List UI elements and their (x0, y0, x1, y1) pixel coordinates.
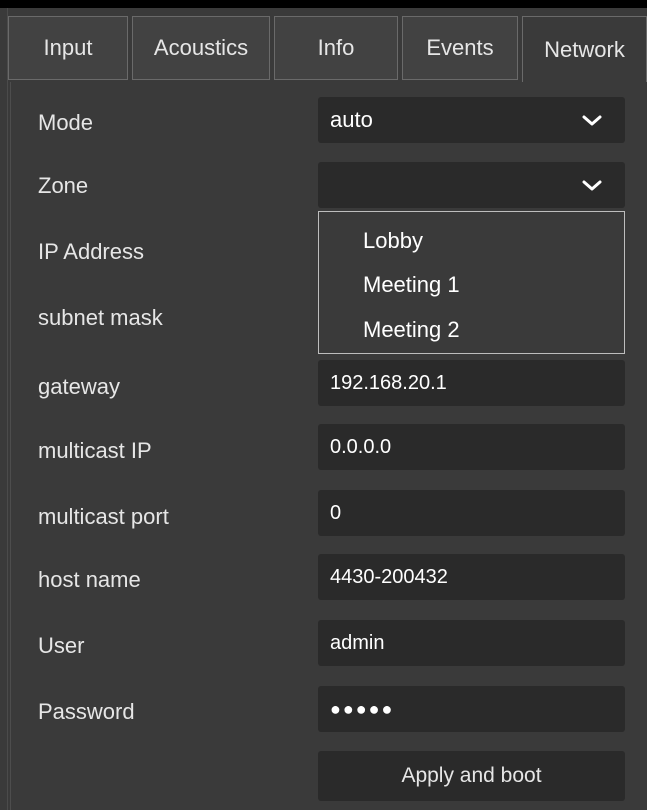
mode-select[interactable]: auto (318, 97, 625, 143)
user-value: admin (330, 631, 385, 654)
tab-acoustics-label: Acoustics (153, 35, 249, 60)
chevron-down-icon (582, 180, 602, 191)
zone-select[interactable] (318, 162, 625, 208)
multicast-ip-label: multicast IP (38, 438, 152, 463)
host-name-label: host name (38, 567, 141, 592)
tab-acoustics[interactable]: Acoustics (132, 16, 270, 80)
gateway-field[interactable]: 192.168.20.1 (318, 360, 625, 406)
host-name-field[interactable]: 4430-200432 (318, 554, 625, 600)
top-border (0, 0, 647, 8)
tab-events[interactable]: Events (402, 16, 518, 80)
host-name-value: 4430-200432 (330, 565, 448, 588)
chevron-down-icon (582, 115, 602, 126)
apply-and-boot-button[interactable]: Apply and boot (318, 751, 625, 801)
password-value: ●●●●● (330, 698, 395, 719)
multicast-port-value: 0 (330, 501, 342, 524)
zone-label: Zone (38, 173, 89, 198)
password-label: Password (38, 699, 135, 724)
tab-input-label: Input (43, 35, 93, 60)
tab-input[interactable]: Input (8, 16, 128, 80)
mode-select-value: auto (330, 107, 373, 132)
apply-and-boot-label: Apply and boot (401, 764, 542, 787)
user-label: User (38, 633, 85, 658)
zone-option-lobby[interactable]: Lobby (363, 228, 423, 254)
zone-option-meeting-1[interactable]: Meeting 1 (363, 272, 460, 298)
subnet-mask-label: subnet mask (38, 305, 163, 330)
tab-bar: Input Acoustics Info Events Network (8, 16, 647, 82)
tab-info[interactable]: Info (274, 16, 398, 80)
tab-events-label: Events (426, 35, 494, 60)
panel-left-edge (0, 8, 8, 810)
multicast-port-label: multicast port (38, 504, 169, 529)
ip-address-label: IP Address (38, 239, 144, 264)
multicast-ip-value: 0.0.0.0 (330, 435, 392, 458)
password-field[interactable]: ●●●●● (318, 686, 625, 732)
gateway-value: 192.168.20.1 (330, 371, 447, 394)
multicast-ip-field[interactable]: 0.0.0.0 (318, 424, 625, 470)
zone-dropdown-list: Lobby Meeting 1 Meeting 2 (318, 211, 625, 354)
user-field[interactable]: admin (318, 620, 625, 666)
tab-network[interactable]: Network (522, 16, 647, 82)
zone-option-meeting-2[interactable]: Meeting 2 (363, 317, 460, 343)
gateway-label: gateway (38, 374, 120, 399)
mode-label: Mode (38, 110, 94, 135)
tab-info-label: Info (317, 35, 355, 60)
multicast-port-field[interactable]: 0 (318, 490, 625, 536)
tab-network-label: Network (544, 36, 625, 62)
